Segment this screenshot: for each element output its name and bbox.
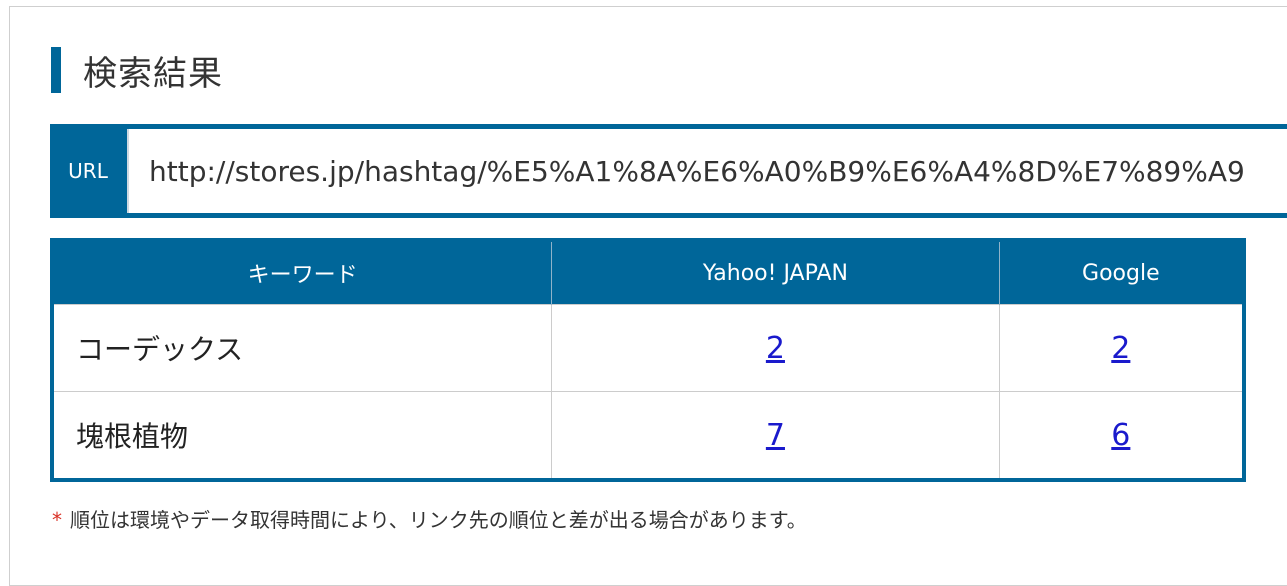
yahoo-rank-cell: 7 (551, 391, 1000, 481)
table-header-row: キーワード Yahoo! JAPAN Google (52, 240, 1244, 305)
column-header-google: Google (998, 240, 1244, 305)
keyword-cell: コーデックス (51, 304, 553, 392)
google-rank-link[interactable]: 6 (1111, 418, 1130, 453)
asterisk-mark: * (52, 508, 62, 532)
column-header-keyword: キーワード (52, 240, 552, 305)
url-display: URL http://stores.jp/hashtag/%E5%A1%8A%E… (50, 124, 1287, 218)
table-row: コーデックス 2 2 (51, 304, 1245, 392)
google-rank-link[interactable]: 2 (1111, 331, 1130, 366)
section-heading: 検索結果 (51, 46, 223, 94)
keyword-cell: 塊根植物 (51, 391, 553, 481)
disclaimer-text: 順位は環境やデータ取得時間により、リンク先の順位と差が出る場合があります。 (70, 508, 807, 532)
yahoo-rank-cell: 2 (551, 304, 1000, 392)
google-rank-cell: 2 (998, 304, 1245, 392)
google-rank-cell: 6 (998, 391, 1245, 481)
url-label: URL (68, 159, 108, 183)
heading-accent-bar (51, 47, 61, 93)
url-field[interactable]: http://stores.jp/hashtag/%E5%A1%8A%E6%A0… (127, 129, 1287, 213)
yahoo-rank-link[interactable]: 2 (766, 331, 785, 366)
page-title: 検索結果 (83, 53, 223, 94)
yahoo-rank-link[interactable]: 7 (766, 418, 785, 453)
table-row: 塊根植物 7 6 (51, 391, 1245, 481)
ranking-table: キーワード Yahoo! JAPAN Google コーデックス 2 2 塊根植… (50, 238, 1246, 482)
column-header-yahoo: Yahoo! JAPAN (551, 240, 1000, 305)
ranking-disclaimer: * 順位は環境やデータ取得時間により、リンク先の順位と差が出る場合があります。 (52, 504, 807, 533)
